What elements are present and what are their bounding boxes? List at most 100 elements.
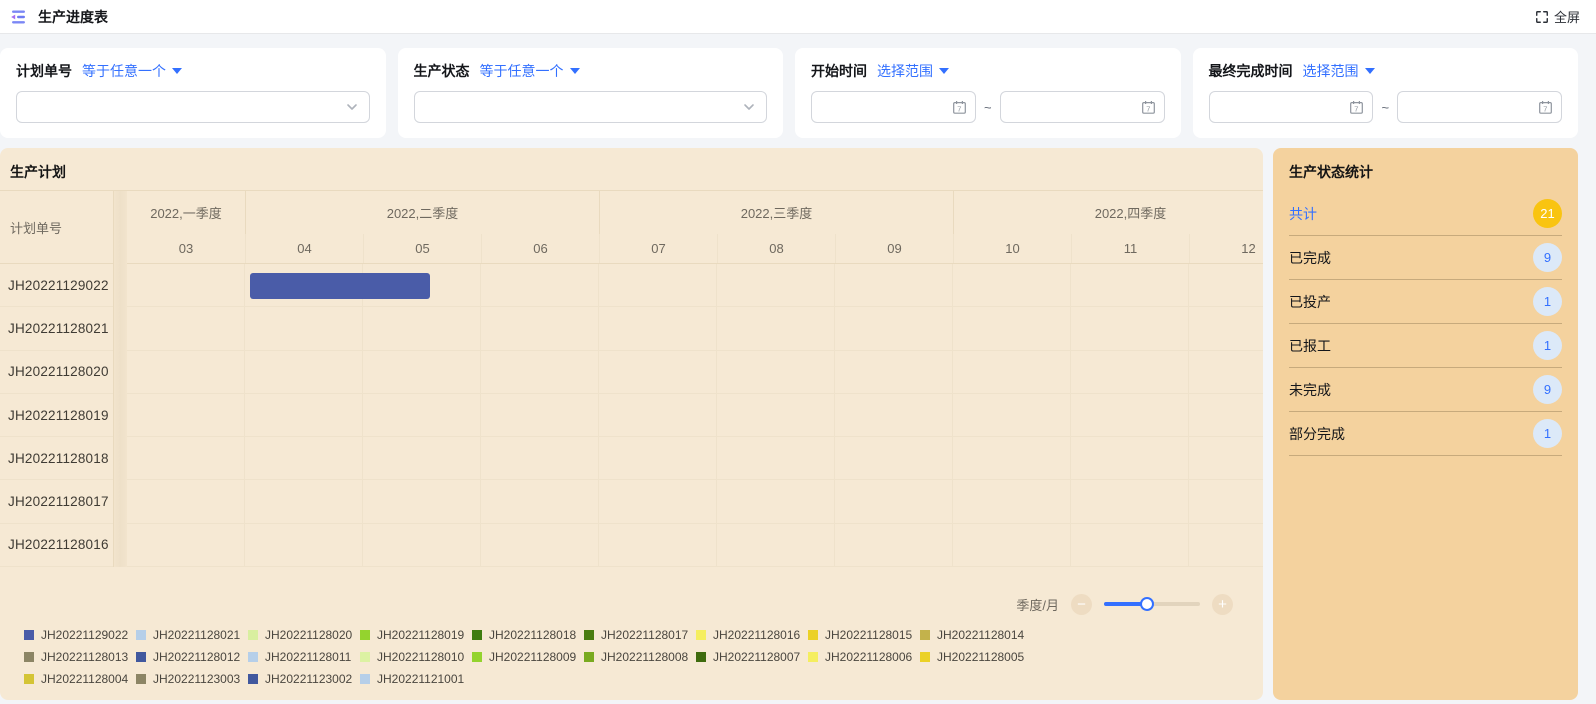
legend-swatch xyxy=(696,630,706,640)
legend-item[interactable]: JH20221128012 xyxy=(136,650,248,664)
month-cell: 11 xyxy=(1071,234,1189,263)
legend-item[interactable]: JH20221128006 xyxy=(808,650,920,664)
zoom-in-button[interactable]: + xyxy=(1212,593,1233,615)
gantt-chart: 计划单号 JH20221129022 JH20221128021 JH2022112… xyxy=(0,190,1263,568)
month-header-row: 03 04 05 06 07 08 09 10 11 12 xyxy=(127,234,1263,264)
legend-item[interactable]: JH20221128004 xyxy=(24,672,136,686)
calendar-icon: 7 xyxy=(953,100,966,114)
legend-item[interactable]: JH20221128005 xyxy=(920,650,1032,664)
legend-plan-name: JH20221128015 xyxy=(825,628,913,642)
legend-item[interactable]: JH20221128011 xyxy=(248,650,360,664)
legend-swatch xyxy=(584,652,594,662)
stats-row-status[interactable]: 部分完成 1 xyxy=(1289,412,1562,456)
filter-label: 最终完成时间 xyxy=(1208,63,1293,79)
finish-time-from-input[interactable]: 7 xyxy=(1208,91,1374,123)
production-status-select[interactable] xyxy=(413,91,767,123)
plan-row-label: JH20221128018 xyxy=(0,437,113,481)
plan-row-label: JH20221128017 xyxy=(0,480,113,524)
legend-swatch xyxy=(472,630,482,640)
gantt-bar[interactable] xyxy=(249,273,431,299)
svg-text:7: 7 xyxy=(957,104,961,113)
gantt-grid xyxy=(127,264,1263,567)
legend-item[interactable]: JH20221128010 xyxy=(360,650,472,664)
filter-operator-dropdown[interactable]: 等于任意一个 xyxy=(82,61,182,81)
range-separator: ~ xyxy=(1381,99,1390,115)
start-time-from-input[interactable]: 7 xyxy=(811,91,976,123)
legend-plan-name: JH20221128021 xyxy=(153,628,241,642)
month-cell: 10 xyxy=(953,234,1071,263)
filter-start-time: 开始时间 选择范围 7 ~ 7 xyxy=(795,48,1181,138)
gantt-legend: JH20221129022 JH20221128021 JH20221128020 J… xyxy=(0,624,1263,700)
stats-count-badge: 21 xyxy=(1533,199,1562,228)
legend-swatch xyxy=(920,652,930,662)
legend-item[interactable]: JH20221128019 xyxy=(360,628,472,642)
gantt-title: 生产计划 xyxy=(10,164,66,180)
legend-item[interactable]: JH20221128008 xyxy=(584,650,696,664)
legend-item[interactable]: JH20221128018 xyxy=(472,628,584,642)
legend-item[interactable]: JH20221128016 xyxy=(696,628,808,642)
legend-plan-name: JH20221128004 xyxy=(41,672,129,686)
legend-swatch xyxy=(360,652,370,662)
legend-swatch xyxy=(136,652,146,662)
filter-bar: 计划单号 等于任意一个 生产状态 等于任意一个 开始时间 选择范围 7 ~ 7 … xyxy=(0,48,1578,138)
svg-text:7: 7 xyxy=(1355,104,1359,113)
legend-item[interactable]: JH20221128017 xyxy=(584,628,696,642)
calendar-icon: 7 xyxy=(1539,100,1552,114)
gantt-grid-row xyxy=(127,307,1263,351)
legend-item[interactable]: JH20221128014 xyxy=(920,628,1032,642)
legend-plan-name: JH20221128020 xyxy=(265,628,353,642)
plan-row-label: JH20221128019 xyxy=(0,394,113,438)
month-cell: 03 xyxy=(178,241,194,256)
filter-operator-dropdown[interactable]: 选择范围 xyxy=(1303,61,1375,81)
stats-row-status[interactable]: 已报工 1 xyxy=(1289,324,1562,368)
legend-item[interactable]: JH20221128013 xyxy=(24,650,136,664)
svg-text:7: 7 xyxy=(1543,104,1547,113)
legend-swatch xyxy=(472,652,482,662)
legend-swatch xyxy=(248,652,258,662)
menu-collapse-icon[interactable] xyxy=(8,7,28,27)
legend-swatch xyxy=(360,630,370,640)
legend-item[interactable]: JH20221128015 xyxy=(808,628,920,642)
stats-label: 未完成 xyxy=(1289,381,1331,398)
quarter-cell: 2022,一季度 xyxy=(150,206,222,221)
legend-item[interactable]: JH20221123002 xyxy=(248,672,360,686)
legend-swatch xyxy=(248,630,258,640)
filter-operator-dropdown[interactable]: 选择范围 xyxy=(877,61,949,81)
zoom-slider[interactable] xyxy=(1104,597,1200,611)
plan-number-select[interactable] xyxy=(16,91,370,123)
stats-row-status[interactable]: 已完成 9 xyxy=(1289,236,1562,280)
legend-swatch xyxy=(696,652,706,662)
filter-final-finish-time: 最终完成时间 选择范围 7 ~ 7 xyxy=(1192,48,1578,138)
legend-item[interactable]: JH20221128009 xyxy=(472,650,584,664)
legend-item[interactable]: JH20221128021 xyxy=(136,628,248,642)
legend-item[interactable]: JH20221128007 xyxy=(696,650,808,664)
stats-row-status[interactable]: 未完成 9 xyxy=(1289,368,1562,412)
legend-swatch xyxy=(920,630,930,640)
month-cell: 04 xyxy=(245,234,363,263)
legend-item[interactable]: JH20221128020 xyxy=(248,628,360,642)
calendar-icon: 7 xyxy=(1350,100,1364,114)
main-area: 生产计划 计划单号 JH20221129022 JH20221128021 JH20… xyxy=(0,148,1578,700)
start-time-to-input[interactable]: 7 xyxy=(999,91,1165,123)
zoom-out-button[interactable]: − xyxy=(1071,593,1092,615)
filter-operator-dropdown[interactable]: 等于任意一个 xyxy=(480,61,580,81)
gantt-timeline[interactable]: 2022,一季度 2022,二季度 2022,三季度 2022,四季度 03 04 05 0… xyxy=(127,191,1263,567)
stats-row-status[interactable]: 已投产 1 xyxy=(1289,280,1562,324)
finish-time-to-input[interactable]: 7 xyxy=(1397,91,1562,123)
legend-plan-name: JH20221128006 xyxy=(825,650,913,664)
zoom-slider-handle[interactable] xyxy=(1140,597,1155,611)
legend-plan-name: JH20221128014 xyxy=(937,628,1025,642)
legend-plan-name: JH20221128018 xyxy=(489,628,577,642)
legend-item[interactable]: JH20221121001 xyxy=(360,672,472,686)
legend-item[interactable]: JH20221129022 xyxy=(24,628,136,642)
plan-row-label: JH20221129022 xyxy=(0,264,113,308)
legend-plan-name: JH20221128013 xyxy=(41,650,129,664)
legend-swatch xyxy=(24,652,34,662)
stats-row-total[interactable]: 共计 21 xyxy=(1289,192,1562,236)
gantt-row-header-column: 计划单号 JH20221129022 JH20221128021 JH2022112… xyxy=(0,191,114,568)
legend-item[interactable]: JH20221123003 xyxy=(136,672,248,686)
legend-plan-name: JH20221128009 xyxy=(489,650,577,664)
fullscreen-button[interactable]: 全屏 xyxy=(1535,7,1580,26)
triangle-down-icon xyxy=(569,68,580,74)
gantt-scrollbar[interactable] xyxy=(114,191,127,567)
